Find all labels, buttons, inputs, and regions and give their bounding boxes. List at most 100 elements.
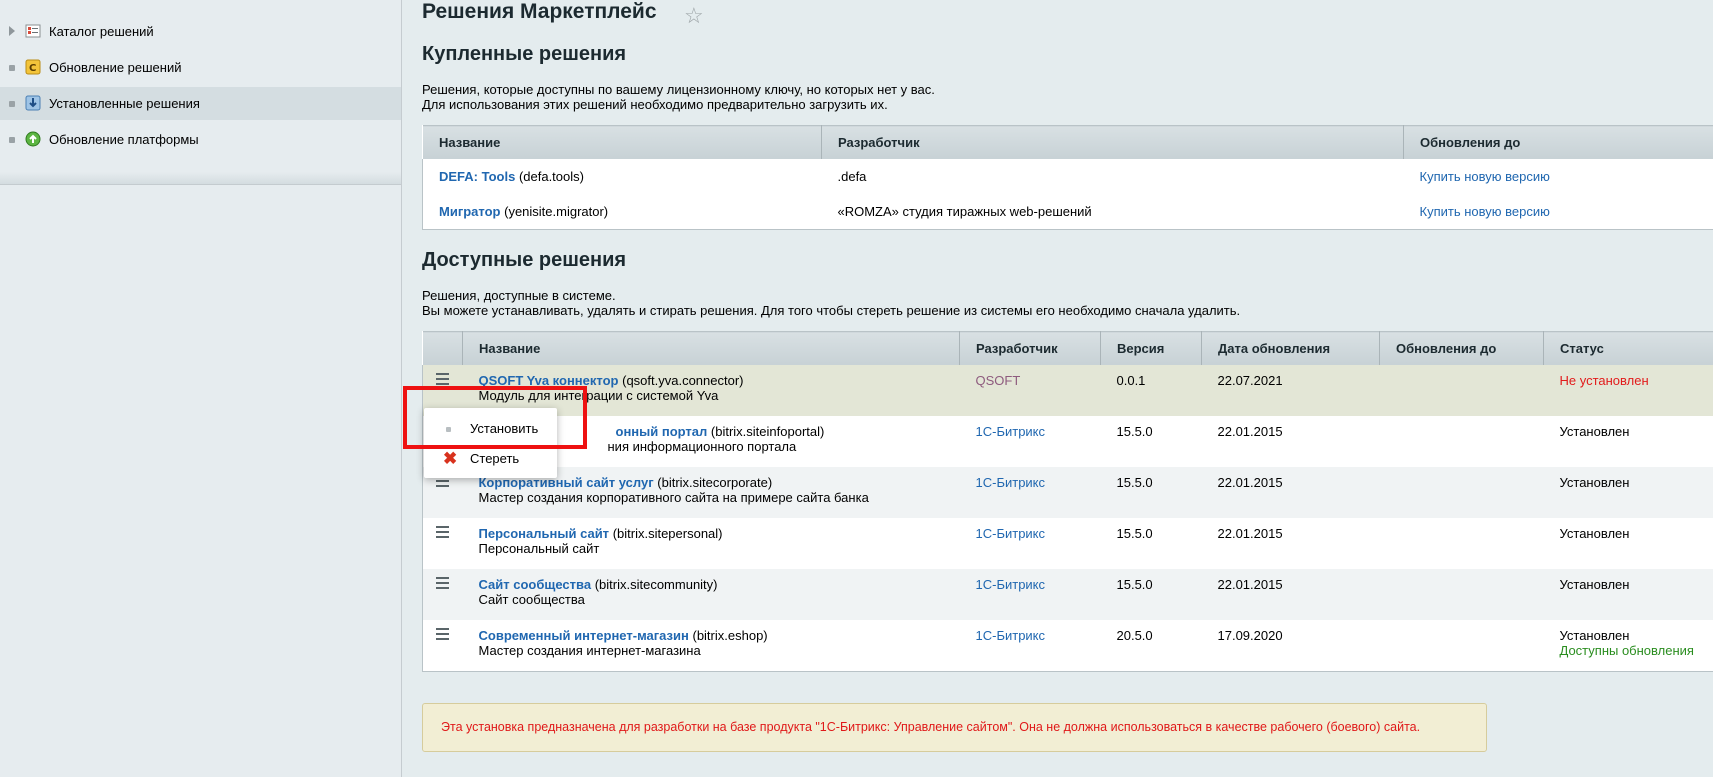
status-cell: Не установлен <box>1543 365 1713 416</box>
action-cell: Купить новую версию <box>1404 194 1713 230</box>
updates-until-cell <box>1379 365 1544 416</box>
bought-description: Решения, которые доступны по вашему лице… <box>422 82 935 112</box>
developer-link[interactable]: 1С-Битрикс <box>976 628 1046 643</box>
version-cell: 20.5.0 <box>1116 628 1153 643</box>
menu-item-label: Стереть <box>470 451 520 466</box>
status-updates-available[interactable]: Доступны обновления <box>1560 643 1694 658</box>
developer-link[interactable]: 1С-Битрикс <box>976 424 1046 439</box>
buy-new-version-link[interactable]: Купить новую версию <box>1420 169 1550 184</box>
solution-description: Сайт сообщества <box>478 592 585 607</box>
solution-code: (bitrix.siteinfoportal) <box>710 424 825 439</box>
sidebar-item-update-solutions[interactable]: C Обновление решений <box>0 51 401 84</box>
updates-until-cell <box>1379 467 1544 518</box>
solution-name-cell: Мигратор (yenisite.migrator) <box>423 194 822 230</box>
solution-description: Мастер создания корпоративного сайта на … <box>478 490 869 505</box>
developer-link[interactable]: 1С-Битрикс <box>976 526 1046 541</box>
hamburger-menu-icon[interactable] <box>436 628 449 643</box>
bought-desc-line2: Для использования этих решений необходим… <box>422 97 888 112</box>
sidebar-item-catalog[interactable]: Каталог решений <box>0 15 401 48</box>
status-cell: Установлен <box>1543 467 1713 518</box>
table-row: Современный интернет-магазин (bitrix.esh… <box>423 620 1713 671</box>
version-cell: 15.5.0 <box>1100 467 1202 518</box>
solution-code: (yenisite.migrator) <box>504 204 609 219</box>
bullet-icon <box>9 101 15 107</box>
table-row: DEFA: Tools (defa.tools) .defa Купить но… <box>423 159 1713 194</box>
sidebar-divider <box>0 184 401 185</box>
version-cell: 0.0.1 <box>1100 365 1202 416</box>
column-header-developer[interactable]: Разработчик <box>959 331 1101 365</box>
main-content: Решения Маркетплейс ☆ Купленные решения … <box>422 0 1713 777</box>
solution-name-link[interactable]: Современный интернет-магазин <box>479 628 689 643</box>
available-desc-line2: Вы можете устанавливать, удалять и стира… <box>422 303 1241 318</box>
developer-cell: QSOFT <box>959 365 1101 416</box>
erase-x-icon: ✖ <box>443 449 458 468</box>
developer-link[interactable]: 1С-Битрикс <box>976 475 1046 490</box>
dev-install-notice: Эта установка предназначена для разработ… <box>422 703 1487 752</box>
available-desc-line1: Решения, доступные в системе. <box>422 288 616 303</box>
version-cell: 15.5.0 <box>1116 424 1153 439</box>
buy-new-version-link[interactable]: Купить новую версию <box>1420 204 1550 219</box>
column-header-updates-until[interactable]: Обновления до <box>1379 331 1544 365</box>
installed-solutions-icon <box>25 95 41 111</box>
table-row: Сайт сообщества (bitrix.sitecommunity) С… <box>422 569 1713 620</box>
solution-name-link[interactable]: Мигратор <box>439 204 500 219</box>
table-row: Мигратор (yenisite.migrator) «ROMZA» сту… <box>423 194 1713 230</box>
hamburger-menu-icon[interactable] <box>436 577 449 592</box>
catalog-icon <box>25 23 41 39</box>
updates-until-cell <box>1379 569 1544 620</box>
table-row: QSOFT Yva коннектор (qsoft.yva.connector… <box>422 365 1713 416</box>
developer-cell: 1С-Битрикс <box>959 569 1101 620</box>
column-header-developer[interactable]: Разработчик <box>821 125 1404 159</box>
developer-cell: 1С-Битрикс <box>960 620 1101 671</box>
updates-until-cell <box>1380 416 1544 467</box>
row-menu-cell <box>423 620 463 671</box>
status-installed: Установлен <box>1559 628 1630 643</box>
highlight-frame <box>403 386 587 449</box>
sidebar-item-platform-update[interactable]: Обновление платформы <box>0 123 401 156</box>
developer-link[interactable]: 1С-Битрикс <box>976 577 1046 592</box>
star-icon[interactable]: ☆ <box>684 3 704 29</box>
developer-cell: «ROMZA» студия тиражных web-решений <box>837 204 1092 219</box>
solution-name-cell: Персональный сайт (bitrix.sitepersonal) … <box>463 518 960 569</box>
column-header-updates-until[interactable]: Обновления до <box>1403 125 1713 159</box>
developer-link[interactable]: QSOFT <box>976 373 1021 388</box>
developer-cell: 1С-Битрикс <box>960 416 1101 467</box>
solution-description: Мастер создания интернет-магазина <box>478 643 701 658</box>
column-header-date[interactable]: Дата обновления <box>1201 331 1380 365</box>
svg-text:C: C <box>29 63 36 74</box>
platform-update-icon <box>25 131 41 147</box>
status-not-installed: Не установлен <box>1559 373 1649 388</box>
version-cell: 15.5.0 <box>1116 526 1153 541</box>
sidebar-item-label: Обновление решений <box>49 60 182 75</box>
status-cell: Установлен Доступны обновления <box>1544 620 1713 671</box>
action-cell: Купить новую версию <box>1404 159 1713 194</box>
page-title: Решения Маркетплейс <box>422 0 657 23</box>
bullet-icon <box>9 65 15 71</box>
column-header-name[interactable]: Название <box>422 125 822 159</box>
developer-cell: .defa <box>837 169 867 184</box>
solution-name-link[interactable]: DEFA: Tools <box>439 169 515 184</box>
expand-arrow-icon[interactable] <box>9 26 15 36</box>
available-section-title: Доступные решения <box>422 249 627 271</box>
date-cell: 22.01.2015 <box>1217 424 1283 439</box>
updates-until-cell <box>1380 620 1544 671</box>
bought-desc-line1: Решения, которые доступны по вашему лице… <box>422 82 935 97</box>
status-cell: Установлен <box>1559 526 1630 541</box>
date-cell: 22.01.2015 <box>1217 526 1283 541</box>
sidebar-item-installed-solutions[interactable]: Установленные решения <box>0 87 401 120</box>
solution-name-link[interactable]: Сайт сообщества <box>479 577 592 592</box>
column-header-version[interactable]: Версия <box>1100 331 1202 365</box>
date-cell: 17.09.2020 <box>1217 628 1283 643</box>
solution-description: ния информационного портала <box>607 439 797 454</box>
solution-name-cell: Сайт сообщества (bitrix.sitecommunity) С… <box>462 569 960 620</box>
date-cell: 22.01.2015 <box>1201 467 1380 518</box>
solution-code: (bitrix.sitecommunity) <box>594 577 718 592</box>
solution-name-link[interactable]: Персональный сайт <box>479 526 610 541</box>
solution-name-cell: Современный интернет-магазин (bitrix.esh… <box>463 620 960 671</box>
updates-until-cell <box>1380 518 1544 569</box>
hamburger-menu-icon[interactable] <box>436 526 449 541</box>
solution-name-link[interactable]: онный портал <box>616 424 708 439</box>
row-menu-cell <box>422 569 463 620</box>
column-header-status[interactable]: Статус <box>1543 331 1713 365</box>
column-header-name[interactable]: Название <box>462 331 960 365</box>
